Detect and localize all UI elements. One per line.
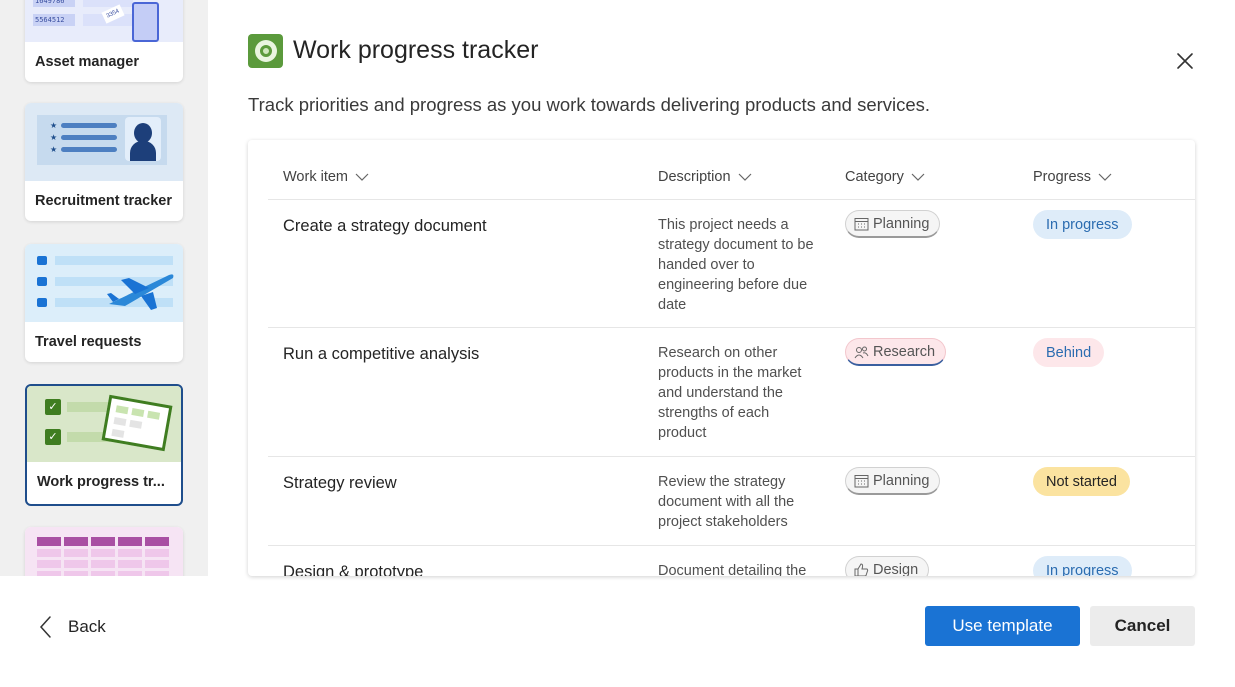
description-cell: Research on other products in the market… bbox=[658, 345, 802, 441]
checkbox-icon: ✓ bbox=[45, 429, 61, 445]
column-header-label: Category bbox=[845, 169, 904, 185]
column-header-label: Description bbox=[658, 169, 731, 185]
progress-pill: In progress bbox=[1033, 210, 1132, 239]
progress-label: In progress bbox=[1046, 562, 1119, 577]
star-icon: ★ bbox=[50, 121, 58, 130]
category-pill: Design bbox=[845, 556, 930, 577]
template-card-travel-requests[interactable]: Travel requests bbox=[25, 244, 183, 362]
category-label: Planning bbox=[873, 472, 930, 489]
calendar-icon bbox=[854, 217, 869, 230]
calendar-icon bbox=[854, 474, 869, 487]
calendar-thumbnail bbox=[25, 527, 183, 576]
dialog-subtitle: Track priorities and progress as you wor… bbox=[248, 94, 931, 115]
chevron-down-icon bbox=[355, 173, 369, 181]
category-pill: Planning bbox=[845, 467, 941, 495]
chevron-down-icon bbox=[738, 173, 751, 181]
cancel-button[interactable]: Cancel bbox=[1090, 606, 1195, 646]
people-icon bbox=[854, 346, 869, 358]
progress-label: Behind bbox=[1046, 344, 1092, 361]
work-progress-tracker-app-icon bbox=[248, 34, 283, 68]
thumbs-up-icon bbox=[37, 298, 47, 307]
work-item-cell: Create a strategy document bbox=[283, 217, 487, 235]
board-icon bbox=[101, 394, 173, 452]
template-card-recruitment-tracker[interactable]: ★ ★ ★ Recruitment tracker bbox=[25, 103, 183, 221]
dialog-title: Work progress tracker bbox=[293, 36, 539, 64]
use-template-button[interactable]: Use template bbox=[925, 606, 1080, 646]
table-row[interactable]: Strategy review Review the strategy docu… bbox=[268, 457, 1195, 546]
template-card-label: Asset manager bbox=[35, 54, 139, 70]
close-button[interactable] bbox=[1172, 48, 1198, 74]
description-cell: Document detailing the bbox=[658, 563, 807, 576]
table-header: Work item Description Category Progress bbox=[268, 140, 1195, 200]
recruitment-tracker-thumbnail: ★ ★ ★ bbox=[25, 103, 183, 181]
description-cell: This project needs a strategy document t… bbox=[658, 217, 814, 313]
template-card-asset-manager[interactable]: 1649786 5564512 3354 Asset manager bbox=[25, 0, 183, 82]
column-header-label: Work item bbox=[283, 169, 348, 185]
column-header-description[interactable]: Description bbox=[658, 169, 752, 185]
asset-number-2: 5564512 bbox=[35, 16, 65, 24]
progress-label: Not started bbox=[1046, 473, 1117, 490]
checkbox-icon: ✓ bbox=[45, 399, 61, 415]
work-progress-tracker-thumbnail: ✓ ✓ bbox=[27, 386, 181, 462]
description-cell: Review the strategy document with all th… bbox=[658, 474, 795, 530]
thumbs-up-icon bbox=[37, 277, 47, 286]
category-label: Planning bbox=[873, 215, 930, 232]
table-row[interactable]: Design & prototype Document detailing th… bbox=[268, 546, 1195, 576]
column-header-category[interactable]: Category bbox=[845, 169, 925, 185]
work-item-cell: Run a competitive analysis bbox=[283, 345, 480, 363]
airplane-icon bbox=[107, 274, 174, 310]
template-card-work-progress-tracker[interactable]: ✓ ✓ Work progress tr... bbox=[25, 384, 183, 506]
back-label: Back bbox=[68, 617, 106, 636]
progress-pill: Not started bbox=[1033, 467, 1130, 496]
star-icon: ★ bbox=[50, 145, 58, 154]
template-card-label: Recruitment tracker bbox=[35, 193, 172, 209]
template-card-event-calendar[interactable] bbox=[25, 527, 183, 576]
table-row[interactable]: Create a strategy document This project … bbox=[268, 200, 1195, 328]
category-pill: Research bbox=[845, 338, 947, 366]
progress-pill: Behind bbox=[1033, 338, 1105, 367]
star-icon: ★ bbox=[50, 133, 58, 142]
phone-icon bbox=[132, 2, 159, 42]
back-button[interactable]: Back bbox=[38, 612, 106, 642]
column-header-work-item[interactable]: Work item bbox=[283, 169, 369, 185]
template-card-label: Travel requests bbox=[35, 334, 142, 350]
person-icon bbox=[125, 117, 161, 161]
category-pill: Planning bbox=[845, 210, 941, 238]
asset-manager-thumbnail: 1649786 5564512 3354 bbox=[25, 0, 183, 42]
chevron-left-icon bbox=[39, 616, 51, 638]
work-item-cell: Design & prototype bbox=[283, 563, 424, 576]
progress-label: In progress bbox=[1046, 216, 1119, 233]
work-item-cell: Strategy review bbox=[283, 474, 397, 492]
column-header-progress[interactable]: Progress bbox=[1033, 169, 1112, 185]
progress-pill: In progress bbox=[1033, 556, 1132, 576]
chevron-down-icon bbox=[911, 173, 925, 181]
close-icon bbox=[1177, 53, 1193, 69]
column-header-label: Progress bbox=[1033, 169, 1092, 185]
thumbs-up-icon bbox=[854, 562, 869, 576]
template-preview-table: Work item Description Category Progress … bbox=[248, 140, 1195, 576]
template-gallery: 1649786 5564512 3354 Asset manager ★ ★ ★… bbox=[0, 0, 208, 576]
travel-requests-thumbnail bbox=[25, 244, 183, 322]
thumbs-up-icon bbox=[37, 256, 47, 265]
template-card-label: Work progress tr... bbox=[37, 474, 165, 490]
table-row[interactable]: Run a competitive analysis Research on o… bbox=[268, 328, 1195, 457]
asset-number-1: 1649786 bbox=[35, 0, 65, 5]
chevron-down-icon bbox=[1098, 173, 1112, 181]
category-label: Research bbox=[873, 343, 936, 360]
category-label: Design bbox=[873, 561, 919, 577]
